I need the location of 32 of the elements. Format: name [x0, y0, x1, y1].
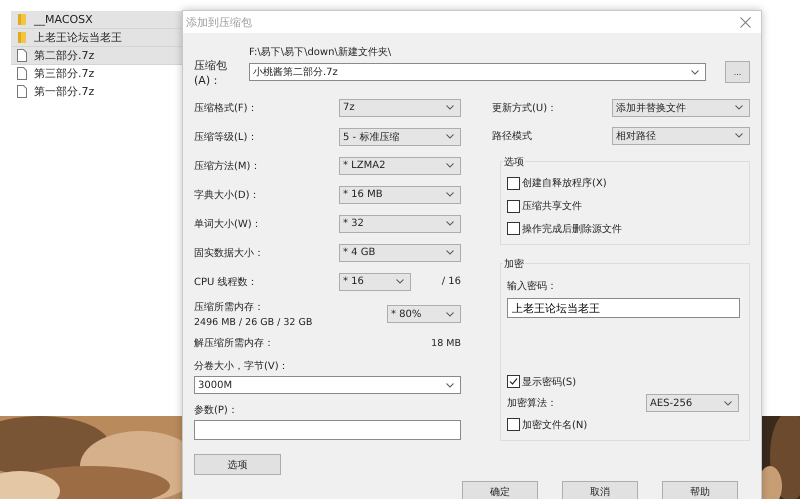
checkbox-label: 显示密码(S) — [522, 376, 576, 388]
setting-label: 压缩所需内存： — [194, 300, 265, 314]
setting-label: 路径模式 — [492, 130, 533, 142]
setting-label: 解压缩所需内存： — [194, 336, 275, 350]
setting-label: 字典大小(D)： — [194, 188, 261, 202]
checkbox-label: 创建自释放程序(X) — [522, 176, 607, 190]
setting-label: 加密算法： — [507, 396, 558, 410]
setting-label: CPU 线程数： — [194, 276, 259, 288]
setting-label: 参数(P)： — [194, 404, 239, 417]
setting-label: 分卷大小，字节(V)： — [194, 360, 290, 373]
group-title: 选项 — [503, 155, 525, 169]
group-title: 加密 — [503, 257, 525, 271]
path-text: F:\易下\易下\down\新建文件夹\ — [249, 46, 392, 59]
memory-usage: 2496 MB / 26 GB / 32 GB — [194, 317, 314, 328]
file-name: 上老王论坛当老王 — [34, 30, 122, 45]
checkbox-label: 加密文件名(N) — [522, 418, 588, 432]
file-name: 第一部分.7z — [34, 84, 94, 99]
thread-max: / 16 — [440, 276, 461, 287]
memory-value: 18 MB — [431, 338, 461, 348]
setting-label: 更新方式(U)： — [492, 102, 558, 114]
setting-label: 压缩格式(F)： — [194, 102, 259, 114]
file-name: 第二部分.7z — [34, 48, 94, 63]
field-label: 压缩包(A)： — [194, 58, 228, 88]
setting-label: 固实数据大小： — [194, 246, 265, 260]
file-name: 第三部分.7z — [34, 66, 94, 81]
checkbox-label: 压缩共享文件 — [522, 200, 582, 213]
checkbox-label: 操作完成后删除源文件 — [522, 222, 622, 236]
setting-label: 单词大小(W)： — [194, 218, 263, 230]
setting-label: 压缩等级(L)： — [194, 130, 258, 144]
password-label: 输入密码： — [507, 280, 558, 293]
setting-label: 压缩方法(M)： — [194, 160, 262, 172]
file-name: __MACOSX — [34, 13, 93, 26]
